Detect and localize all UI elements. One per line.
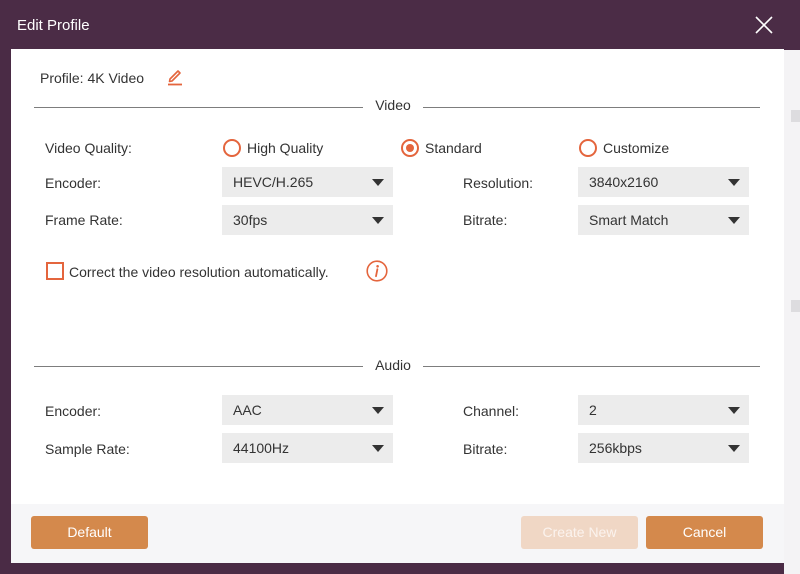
channel-value: 2 [589,402,597,418]
sample-rate-select[interactable]: 44100Hz [222,433,393,463]
audio-encoder-value: AAC [233,402,262,418]
auto-correct-label[interactable]: Correct the video resolution automatical… [69,264,329,280]
video-section-title: Video [375,97,411,113]
frame-rate-value: 30fps [233,212,268,228]
radio-high-quality-label[interactable]: High Quality [247,140,323,156]
video-encoder-value: HEVC/H.265 [233,174,314,190]
pencil-icon[interactable] [167,68,183,86]
video-separator-right [423,107,760,108]
chevron-down-icon [728,217,740,224]
chevron-down-icon [372,407,384,414]
chevron-down-icon [728,179,740,186]
chevron-down-icon [372,445,384,452]
edit-profile-dialog: Profile: 4K Video Video Video Quality: H… [11,49,784,563]
default-button[interactable]: Default [31,516,148,549]
resolution-label: Resolution: [463,175,534,191]
resolution-value: 3840x2160 [589,174,659,190]
audio-bitrate-value: 256kbps [589,440,642,456]
create-new-button[interactable]: Create New [521,516,638,549]
frame-rate-label: Frame Rate: [45,212,123,228]
chevron-down-icon [372,179,384,186]
profile-name: 4K Video [87,70,145,86]
frame-rate-select[interactable]: 30fps [222,205,393,235]
audio-section-title: Audio [375,357,411,373]
video-quality-label: Video Quality: [45,140,132,156]
background-window-edge [784,50,800,574]
channel-select[interactable]: 2 [578,395,749,425]
audio-separator-right [423,366,760,367]
video-encoder-label: Encoder: [45,175,102,191]
audio-bitrate-select[interactable]: 256kbps [578,433,749,463]
radio-standard-label[interactable]: Standard [425,140,482,156]
video-bitrate-select[interactable]: Smart Match [578,205,749,235]
sample-rate-value: 44100Hz [233,440,290,456]
window-title: Edit Profile [17,17,90,34]
radio-customize-label[interactable]: Customize [603,140,669,156]
audio-encoder-label: Encoder: [45,403,102,419]
video-encoder-select[interactable]: HEVC/H.265 [222,167,393,197]
background-window-detail [791,110,800,122]
radio-high-quality[interactable] [223,139,241,157]
audio-bitrate-label: Bitrate: [463,441,508,457]
info-icon[interactable] [366,260,388,282]
profile-label: Profile: [40,70,84,86]
auto-correct-checkbox[interactable] [46,262,64,280]
resolution-select[interactable]: 3840x2160 [578,167,749,197]
sample-rate-label: Sample Rate: [45,441,130,457]
channel-label: Channel: [463,403,520,419]
title-bar: Edit Profile [0,0,800,50]
profile-line: Profile: 4K Video [40,70,144,86]
chevron-down-icon [728,407,740,414]
video-separator-left [34,107,363,108]
audio-encoder-select[interactable]: AAC [222,395,393,425]
chevron-down-icon [728,445,740,452]
video-bitrate-label: Bitrate: [463,212,508,228]
chevron-down-icon [372,217,384,224]
video-bitrate-value: Smart Match [589,212,669,228]
close-icon[interactable] [752,13,776,37]
radio-customize[interactable] [579,139,597,157]
audio-separator-left [34,366,363,367]
dialog-footer: Default Create New Cancel [11,504,784,563]
background-window-detail [791,300,800,312]
cancel-button[interactable]: Cancel [646,516,763,549]
radio-standard[interactable] [401,139,419,157]
